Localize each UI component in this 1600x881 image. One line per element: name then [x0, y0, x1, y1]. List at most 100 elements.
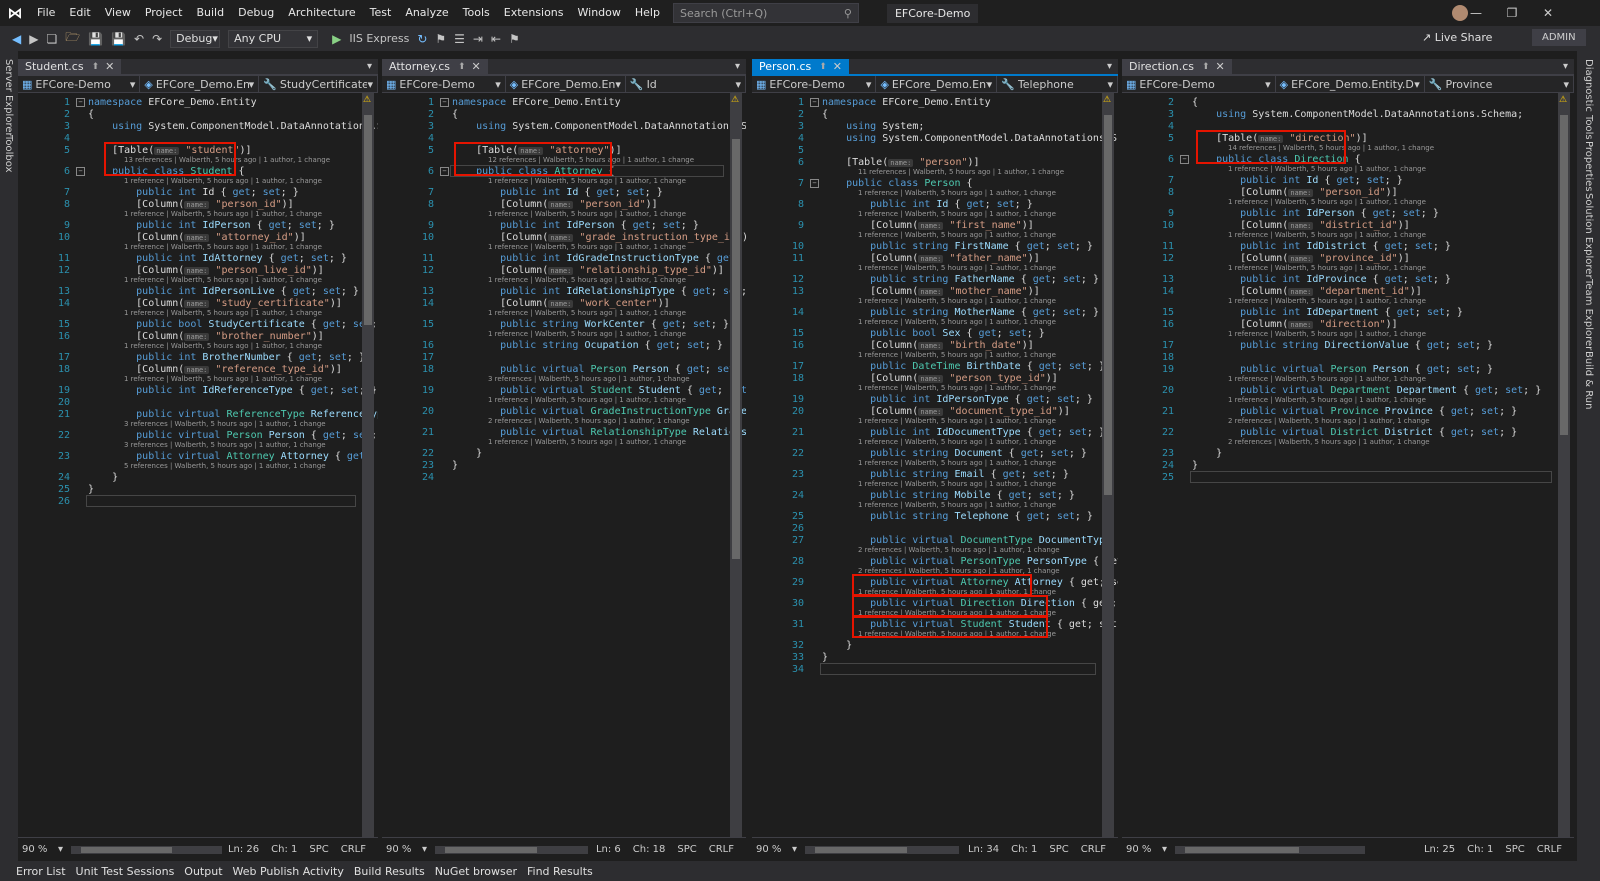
new-project-icon[interactable]: ❏ — [42, 32, 61, 46]
undo-icon[interactable]: ↶ — [130, 32, 148, 46]
vertical-scrollbar[interactable]: ⚠ — [362, 93, 374, 837]
codelens[interactable]: 1 reference | Walberth, 5 hours ago | 1 … — [858, 231, 1056, 240]
code-editor[interactable]: 1 namespace EFCore_Demo.Entity 2 {3 using S… — [752, 93, 1118, 837]
menu-item-tools[interactable]: Tools — [456, 0, 497, 26]
status-spc[interactable]: SPC — [677, 844, 696, 855]
codelens[interactable]: 1 reference | Walberth, 5 hours ago | 1 … — [1228, 297, 1426, 306]
codelens[interactable]: 1 reference | Walberth, 5 hours ago | 1 … — [858, 264, 1056, 273]
zoom-level[interactable]: 90 % — [382, 844, 422, 855]
status-ch[interactable]: Ch: 18 — [633, 844, 666, 855]
codelens[interactable]: 1 reference | Walberth, 5 hours ago | 1 … — [124, 375, 322, 384]
tab-overflow-icon[interactable]: ▾ — [367, 61, 372, 72]
redo-icon[interactable]: ↷ — [148, 32, 166, 46]
codelens[interactable]: 5 references | Walberth, 5 hours ago | 1… — [124, 462, 326, 471]
codelens[interactable]: 1 reference | Walberth, 5 hours ago | 1 … — [858, 480, 1056, 489]
scrollbar-thumb[interactable] — [1104, 115, 1112, 495]
horizontal-scrollbar[interactable] — [435, 845, 588, 854]
outdent-icon[interactable]: ⇤ — [487, 32, 505, 46]
solution-explorer-tab[interactable]: Solution Explorer — [1583, 193, 1594, 279]
bottom-tab-output[interactable]: Output — [184, 865, 222, 878]
code-editor[interactable]: 1 namespace EFCore_Demo.Entity 2 {3 using S… — [382, 93, 746, 837]
flag-icon[interactable]: ⚑ — [505, 32, 524, 46]
nav-dropdown-type[interactable]: ◈EFCore_Demo.Entity.Direc▾ — [1276, 76, 1425, 92]
nav-dropdown-member[interactable]: 🔧 Province ▾ — [1425, 76, 1574, 92]
zoom-level[interactable]: 90 % — [1122, 844, 1162, 855]
save-all-icon[interactable]: 💾 — [107, 32, 130, 46]
forward-icon[interactable]: ▶ — [25, 32, 42, 46]
admin-badge[interactable]: ADMIN — [1532, 29, 1586, 46]
tab-overflow-icon[interactable]: ▾ — [735, 61, 740, 72]
codelens[interactable]: 1 reference | Walberth, 5 hours ago | 1 … — [124, 309, 322, 318]
codelens[interactable]: 1 reference | Walberth, 5 hours ago | 1 … — [858, 459, 1056, 468]
menu-item-file[interactable]: File — [30, 0, 62, 26]
fold-toggle-icon[interactable]: − — [440, 167, 449, 176]
nav-dropdown-type[interactable]: ◈EFCore_Demo.Entity▾ — [140, 76, 260, 92]
build-run-tab[interactable]: Build & Run — [1583, 351, 1594, 409]
nav-dropdown-member[interactable]: 🔧 StudyCertificate ▾ — [259, 76, 378, 92]
close-tab-icon[interactable]: ✕ — [472, 60, 481, 73]
scrollbar-thumb[interactable] — [81, 846, 172, 853]
bottom-tab-find-results[interactable]: Find Results — [527, 865, 593, 878]
chevron-down-icon[interactable]: ▾ — [792, 844, 797, 855]
menu-item-test[interactable]: Test — [363, 0, 399, 26]
codelens[interactable]: 1 reference | Walberth, 5 hours ago | 1 … — [858, 438, 1056, 447]
codelens[interactable]: 3 references | Walberth, 5 hours ago | 1… — [124, 420, 326, 429]
configuration-select[interactable]: Debug ▾ — [170, 29, 221, 48]
menu-item-edit[interactable]: Edit — [62, 0, 97, 26]
status-ch[interactable]: Ch: 1 — [1011, 844, 1037, 855]
nav-dropdown-project[interactable]: ▦ EFCore-Demo ▾ — [18, 76, 141, 92]
codelens[interactable]: 2 references | Walberth, 5 hours ago | 1… — [1228, 438, 1430, 447]
status-spc[interactable]: SPC — [309, 844, 328, 855]
tab-overflow-icon[interactable]: ▾ — [1563, 61, 1568, 72]
scrollbar-thumb[interactable] — [1185, 846, 1299, 853]
codelens[interactable]: 2 references | Walberth, 5 hours ago | 1… — [488, 417, 690, 426]
vertical-scrollbar[interactable]: ⚠ — [1102, 93, 1114, 837]
properties-tab[interactable]: Properties — [1583, 141, 1594, 192]
codelens[interactable]: 1 reference | Walberth, 5 hours ago | 1 … — [488, 330, 686, 339]
codelens[interactable]: 1 reference | Walberth, 5 hours ago | 1 … — [858, 351, 1056, 360]
open-file-icon[interactable]: 🗁 — [61, 28, 84, 49]
codelens[interactable]: 1 reference | Walberth, 5 hours ago | 1 … — [858, 384, 1056, 393]
menu-item-view[interactable]: View — [98, 0, 138, 26]
indent-icon[interactable]: ⇥ — [469, 32, 487, 46]
platform-select[interactable]: Any CPU ▾ — [228, 29, 319, 48]
scrollbar-thumb[interactable] — [732, 139, 740, 559]
horizontal-scrollbar[interactable] — [71, 845, 223, 854]
back-icon[interactable]: ◀ — [8, 32, 25, 46]
codelens[interactable]: 1 reference | Walberth, 5 hours ago | 1 … — [124, 276, 322, 285]
codelens[interactable]: 1 reference | Walberth, 5 hours ago | 1 … — [858, 417, 1056, 426]
horizontal-scrollbar[interactable] — [805, 845, 959, 854]
warning-icon[interactable]: ⚠ — [1103, 95, 1111, 105]
status-spc[interactable]: SPC — [1505, 844, 1524, 855]
close-tab-icon[interactable]: ✕ — [105, 60, 114, 73]
close-window-icon[interactable]: ✕ — [1530, 0, 1566, 26]
tab-overflow-icon[interactable]: ▾ — [1107, 61, 1112, 72]
bottom-tab-web-publish-activity[interactable]: Web Publish Activity — [233, 865, 344, 878]
warning-icon[interactable]: ⚠ — [1559, 95, 1567, 105]
codelens[interactable]: 1 reference | Walberth, 5 hours ago | 1 … — [1228, 264, 1426, 273]
live-share-button[interactable]: ↗ Live Share — [1422, 31, 1492, 44]
codelens[interactable]: 3 references | Walberth, 5 hours ago | 1… — [488, 375, 690, 384]
menu-item-window[interactable]: Window — [571, 0, 628, 26]
fold-toggle-icon[interactable]: − — [810, 179, 819, 188]
menu-item-project[interactable]: Project — [138, 0, 190, 26]
nav-dropdown-type[interactable]: ◈EFCore_Demo.Entity▾ — [876, 76, 998, 92]
codelens[interactable]: 1 reference | Walberth, 5 hours ago | 1 … — [1228, 330, 1426, 339]
codelens[interactable]: 1 reference | Walberth, 5 hours ago | 1 … — [488, 276, 686, 285]
status-crlf[interactable]: CRLF — [1537, 844, 1562, 855]
codelens[interactable]: 1 reference | Walberth, 5 hours ago | 1 … — [488, 396, 686, 405]
codelens[interactable]: 2 references | Walberth, 5 hours ago | 1… — [1228, 417, 1430, 426]
nav-dropdown-project[interactable]: ▦ EFCore-Demo ▾ — [1122, 76, 1276, 92]
status-crlf[interactable]: CRLF — [709, 844, 734, 855]
scrollbar-thumb[interactable] — [445, 846, 537, 853]
fold-toggle-icon[interactable]: − — [76, 167, 85, 176]
codelens[interactable]: 1 reference | Walberth, 5 hours ago | 1 … — [488, 210, 686, 219]
menu-item-help[interactable]: Help — [628, 0, 667, 26]
bottom-tab-unit-test-sessions[interactable]: Unit Test Sessions — [76, 865, 175, 878]
nav-dropdown-type[interactable]: ◈EFCore_Demo.Entity.▾ — [506, 76, 626, 92]
codelens[interactable]: 1 reference | Walberth, 5 hours ago | 1 … — [1228, 198, 1426, 207]
code-editor[interactable]: 1 namespace EFCore_Demo.Entity 2 {3 using S… — [18, 93, 378, 837]
vertical-scrollbar[interactable]: ⚠ — [730, 93, 742, 837]
status-ln[interactable]: Ln: 6 — [596, 844, 621, 855]
toolbox-tab[interactable]: Toolbox — [3, 135, 14, 173]
